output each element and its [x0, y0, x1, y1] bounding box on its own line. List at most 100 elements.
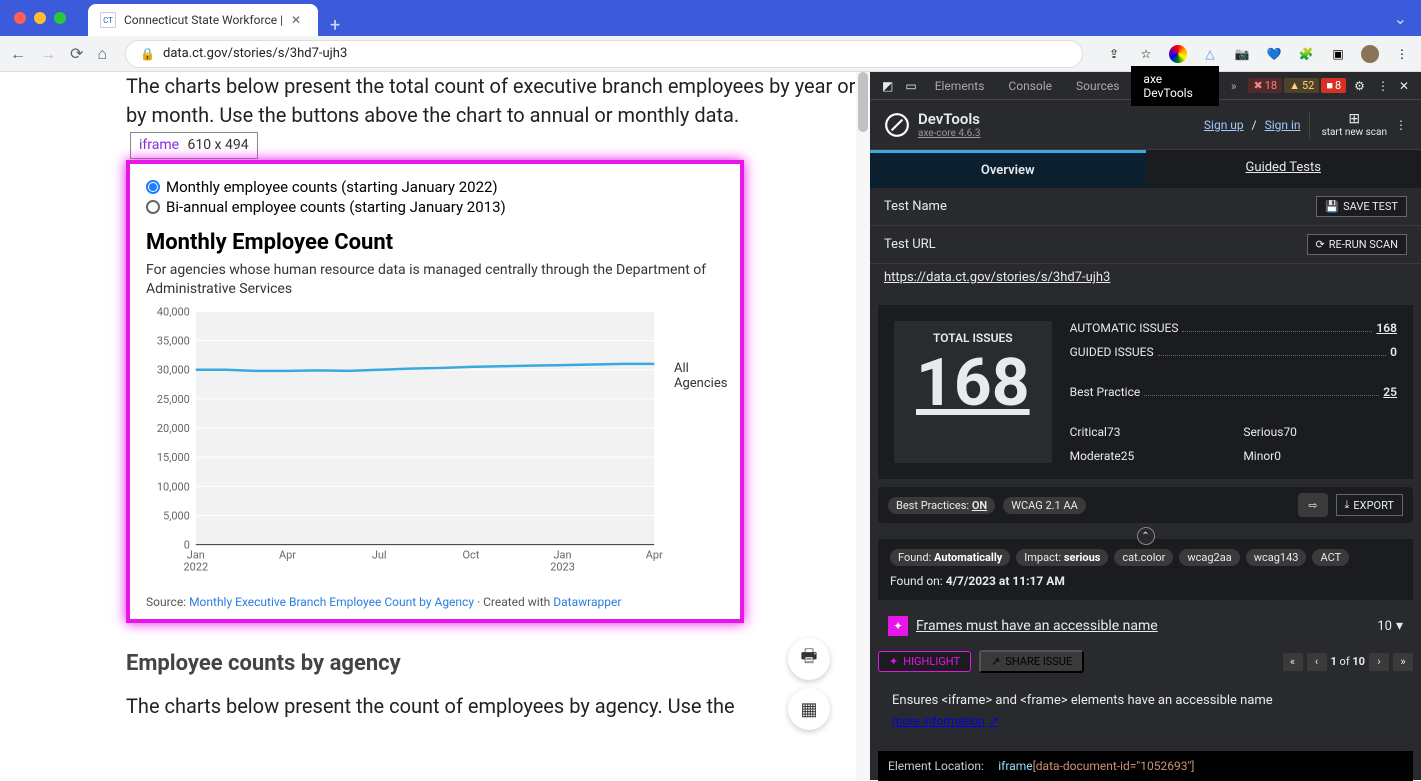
present-button[interactable]: ▦ — [788, 688, 830, 730]
chart-iframe-highlight: Monthly employee counts (starting Januar… — [126, 160, 744, 623]
highlight-button[interactable]: ✦ HIGHLIGHT — [878, 651, 971, 672]
source-link[interactable]: Monthly Executive Branch Employee Count … — [189, 595, 474, 609]
svg-text:30,000: 30,000 — [157, 364, 190, 377]
window-close-icon[interactable] — [14, 12, 26, 24]
rerun-scan-button[interactable]: ⟳ RE-RUN SCAN — [1307, 234, 1408, 255]
devtools-panel: ◩ ▭ Elements Console Sources axe DevTool… — [870, 72, 1421, 780]
device-icon[interactable]: ▭ — [899, 79, 922, 93]
tab-console[interactable]: Console — [996, 73, 1064, 99]
radio-on-icon — [146, 180, 160, 194]
devtools-close-icon[interactable]: ✕ — [1395, 79, 1413, 93]
section-agency-para: The charts below present the count of em… — [126, 694, 860, 718]
total-issues-count[interactable]: 168 — [916, 351, 1030, 417]
print-button[interactable]: 🖶 — [788, 638, 830, 680]
share-issue-button[interactable]: ↗ SHARE ISSUE — [979, 650, 1084, 673]
page-scrollbar[interactable] — [856, 72, 870, 780]
devtools-menu-icon[interactable]: ⋮ — [1373, 79, 1393, 93]
tab-close-icon[interactable]: ✕ — [291, 13, 301, 27]
tag-wcag143: wcag143 — [1246, 549, 1307, 566]
pager-last-icon[interactable]: » — [1393, 653, 1413, 671]
signup-link[interactable]: Sign up — [1204, 118, 1244, 132]
wcag-pill[interactable]: WCAG 2.1 AA — [1003, 497, 1086, 514]
favicon-icon: CT — [100, 12, 116, 28]
reload-button[interactable]: ⟳ — [70, 44, 83, 63]
home-button[interactable]: ⌂ — [97, 44, 107, 64]
minor-count: 0 — [1274, 449, 1281, 463]
menu-icon[interactable]: ⋮ — [1393, 45, 1411, 63]
radio-monthly-label: Monthly employee counts (starting Januar… — [166, 178, 498, 196]
issue-dropdown-icon[interactable]: ▾ — [1396, 618, 1403, 634]
axe-title: DevTools — [918, 110, 981, 128]
ext-icon-heart[interactable]: 💙 — [1265, 45, 1283, 63]
window-max-icon[interactable] — [54, 12, 66, 24]
collapse-chevron-icon[interactable]: ⌃ — [1137, 527, 1155, 545]
tab-sources[interactable]: Sources — [1064, 73, 1131, 99]
share-icon[interactable]: ⇪ — [1105, 45, 1123, 63]
warning-badge[interactable]: ▲ 52 — [1284, 78, 1319, 93]
moderate-count[interactable]: 25 — [1121, 449, 1135, 463]
test-url-label: Test URL — [884, 237, 936, 252]
issue-count: 10 — [1377, 619, 1392, 634]
axe-logo-icon — [884, 112, 910, 138]
issue-description: Ensures <iframe> and <frame> elements ha… — [892, 693, 1399, 708]
tab-elements[interactable]: Elements — [923, 73, 997, 99]
subtab-guided[interactable]: Guided Tests — [1146, 150, 1421, 188]
subtab-overview[interactable]: Overview — [870, 150, 1146, 188]
inspector-tooltip: iframe 610 x 494 — [130, 132, 258, 159]
svg-text:25,000: 25,000 — [157, 393, 190, 406]
target-icon[interactable]: ✦ — [888, 616, 908, 636]
svg-text:5,000: 5,000 — [163, 509, 190, 522]
bookmark-star-icon[interactable]: ☆ — [1137, 45, 1155, 63]
error-badge[interactable]: ✖ 18 — [1248, 78, 1282, 93]
critical-count[interactable]: 73 — [1107, 425, 1121, 439]
tag-catcolor: cat.color — [1114, 549, 1173, 566]
chart-source: Source: Monthly Executive Branch Employe… — [146, 595, 724, 609]
inspect-icon[interactable]: ◩ — [876, 79, 899, 93]
window-min-icon[interactable] — [34, 12, 46, 24]
svg-text:15,000: 15,000 — [157, 451, 190, 464]
section-agency-title: Employee counts by agency — [126, 651, 860, 676]
scanned-url[interactable]: https://data.ct.gov/stories/s/3hd7-ujh3 — [870, 264, 1421, 297]
ext-icon-camera[interactable]: 📷 — [1233, 45, 1251, 63]
back-button[interactable]: ← — [10, 44, 26, 64]
bestpractice-count[interactable]: 25 — [1383, 385, 1397, 399]
url-bar[interactable]: 🔒 data.ct.gov/stories/s/3hd7-ujh3 — [125, 40, 1083, 68]
url-text: data.ct.gov/stories/s/3hd7-ujh3 — [163, 46, 347, 61]
more-info-link[interactable]: more information ↗ — [892, 714, 999, 728]
pager-prev-icon[interactable]: ‹ — [1307, 653, 1327, 671]
svg-text:40,000: 40,000 — [157, 305, 190, 318]
settings-gear-icon[interactable]: ⚙ — [1348, 79, 1371, 93]
save-test-button[interactable]: 💾 SAVE TEST — [1316, 196, 1407, 217]
radio-monthly[interactable]: Monthly employee counts (starting Januar… — [146, 178, 724, 196]
extensions-icon[interactable]: 🧩 — [1297, 45, 1315, 63]
tag-act: ACT — [1312, 549, 1349, 566]
signin-link[interactable]: Sign in — [1265, 118, 1301, 132]
svg-text:2023: 2023 — [550, 560, 575, 573]
issue-title-link[interactable]: Frames must have an accessible name — [916, 618, 1377, 634]
radio-biannual[interactable]: Bi-annual employee counts (starting Janu… — [146, 198, 724, 216]
chevron-down-icon[interactable]: ⌄ — [1394, 9, 1421, 28]
bp-toggle-pill[interactable]: Best Practices: ON — [888, 497, 995, 514]
profile-avatar-icon[interactable] — [1361, 45, 1379, 63]
browser-tab[interactable]: CT Connecticut State Workforce | ✕ — [88, 4, 318, 36]
svg-text:Apr: Apr — [279, 548, 296, 561]
ext-icon-1[interactable] — [1169, 45, 1187, 63]
ext-icon-axe[interactable]: △ — [1201, 45, 1219, 63]
serious-count[interactable]: 70 — [1283, 425, 1297, 439]
tab-more[interactable]: » — [1219, 73, 1249, 99]
radio-off-icon — [146, 200, 160, 214]
found-tag: Found: Automatically — [890, 549, 1010, 566]
pager-next-icon[interactable]: › — [1369, 653, 1389, 671]
chart-plot-area: 05,00010,00015,00020,00025,00030,00035,0… — [146, 305, 724, 585]
tab-title: Connecticut State Workforce | — [124, 13, 283, 27]
share-square-icon[interactable]: ⇨ — [1298, 493, 1327, 517]
pager-first-icon[interactable]: « — [1283, 653, 1303, 671]
datawrapper-link[interactable]: Datawrapper — [553, 595, 621, 609]
start-new-scan-button[interactable]: ⊞ start new scan — [1309, 111, 1387, 138]
new-tab-button[interactable]: + — [318, 15, 352, 36]
axe-menu-icon[interactable]: ⋮ — [1395, 118, 1407, 132]
automatic-count[interactable]: 168 — [1376, 321, 1397, 335]
issues-badge[interactable]: ■ 8 — [1321, 78, 1346, 93]
sidepanel-icon[interactable]: ▣ — [1329, 45, 1347, 63]
export-button[interactable]: ⤓ EXPORT — [1336, 494, 1403, 516]
